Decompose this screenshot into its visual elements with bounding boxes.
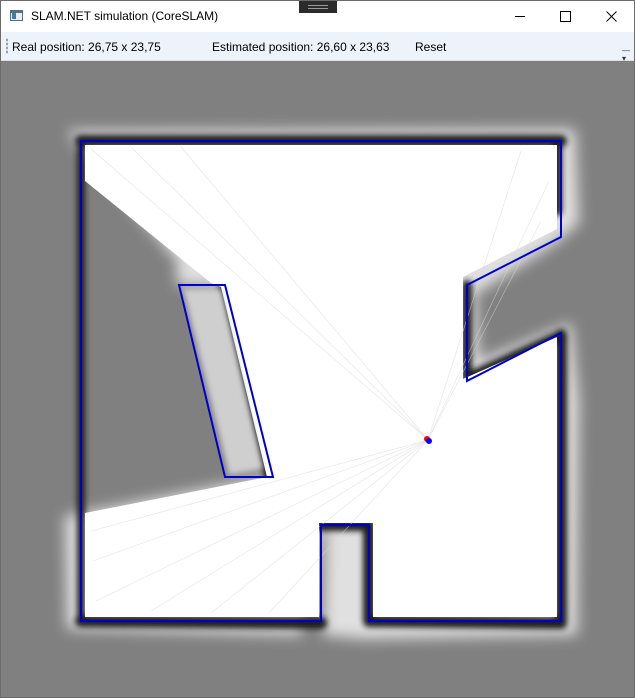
slam-map bbox=[65, 129, 579, 639]
slam-map-view[interactable] bbox=[1, 61, 634, 697]
close-button[interactable] bbox=[588, 1, 634, 32]
estimated-position-label: Estimated position: 26,60 x 23,63 bbox=[212, 40, 390, 54]
toolbar: Real position: 26,75 x 23,75 Estimated p… bbox=[1, 32, 634, 63]
close-icon bbox=[605, 11, 617, 22]
app-window: SLAM.NET simulation (CoreSLAM) Real posi… bbox=[0, 0, 635, 698]
maximize-button[interactable] bbox=[542, 1, 588, 32]
real-position-label: Real position: 26,75 x 23,75 bbox=[12, 40, 161, 54]
title-bar[interactable]: SLAM.NET simulation (CoreSLAM) bbox=[1, 1, 634, 32]
toolbar-grip-icon[interactable] bbox=[6, 38, 8, 54]
estimated-robot-marker bbox=[426, 438, 432, 444]
minimize-icon bbox=[515, 16, 525, 17]
reset-button[interactable]: Reset bbox=[415, 40, 446, 54]
app-icon bbox=[10, 10, 23, 21]
window-title: SLAM.NET simulation (CoreSLAM) bbox=[31, 9, 219, 23]
drag-grip-icon[interactable] bbox=[299, 1, 337, 13]
maximize-icon bbox=[559, 11, 571, 22]
minimize-button[interactable] bbox=[497, 1, 543, 32]
